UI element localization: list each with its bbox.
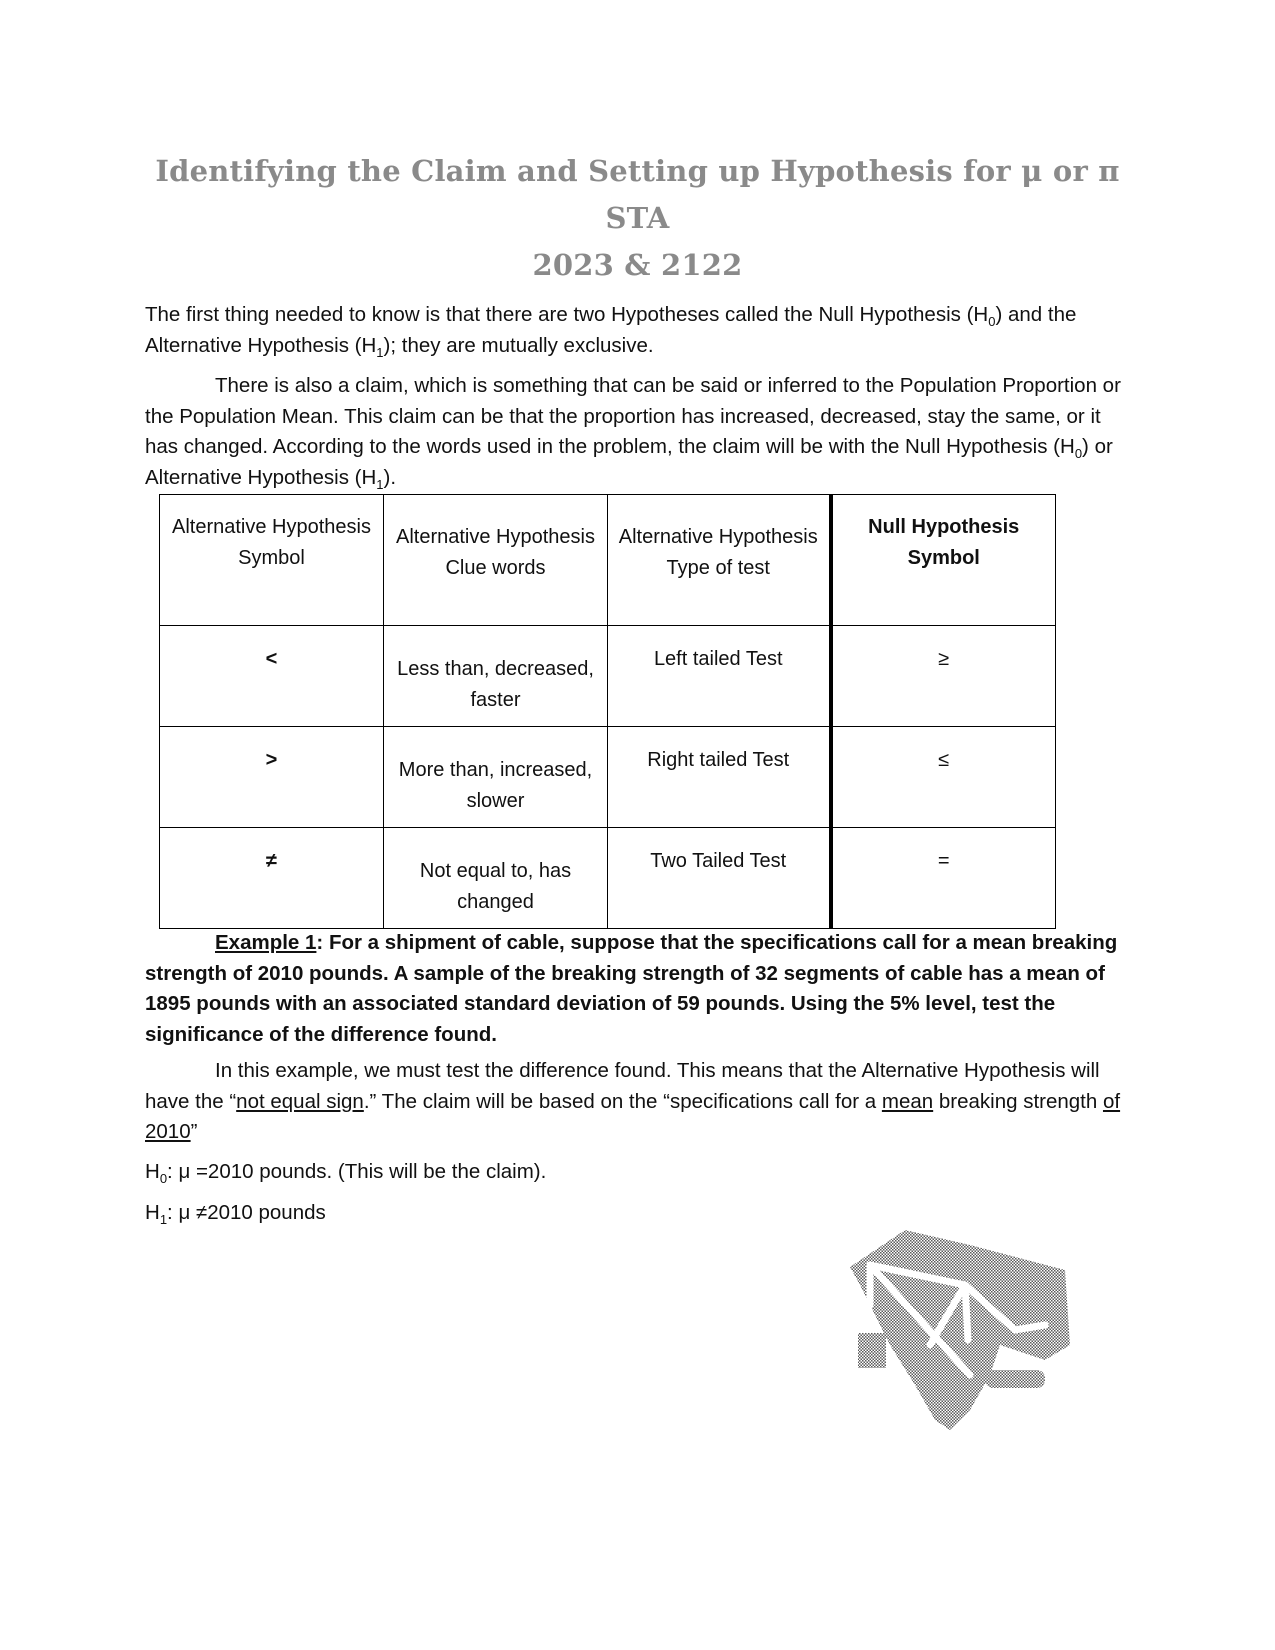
underlined-mean: mean [881, 1089, 934, 1113]
table-row: ≠ Not equal to, has changed Two Tailed T… [159, 827, 1056, 929]
null-symbol-cell: = [828, 827, 1056, 929]
example-1-paragraph: Example 1: For a shipment of cable, supp… [145, 928, 1125, 1050]
title-line-1: Identifying the Claim and Setting up Hyp… [155, 154, 1120, 235]
subscript-0: 0 [159, 1171, 168, 1187]
intro-paragraph: The first thing needed to know is that t… [145, 300, 1125, 361]
clue-words-cell: Not equal to, has changed [383, 827, 608, 929]
clue-words-cell: Less than, decreased, faster [383, 625, 608, 727]
table-row: > More than, increased, slower Right tai… [159, 726, 1056, 828]
null-hypothesis-line: H0: μ =2010 pounds. (This will be the cl… [145, 1157, 1125, 1188]
document-title: Identifying the Claim and Setting up Hyp… [130, 148, 1145, 289]
explanation-text-d: ” [190, 1120, 198, 1143]
header-test-type: Alternative Hypothesis Type of test [607, 494, 831, 626]
h0-prefix: H [145, 1160, 160, 1183]
test-type-cell: Left tailed Test [607, 625, 831, 727]
intro-text-a: The first thing needed to know is that t… [145, 303, 989, 326]
null-symbol-cell: ≤ [828, 726, 1056, 828]
intro-text-c: ); they are mutually exclusive. [383, 333, 654, 357]
header-alt-symbol: Alternative Hypothesis Symbol [159, 494, 384, 626]
title-line-2: 2023 & 2122 [532, 248, 743, 282]
claim-text-c: ). [383, 465, 397, 489]
hypothesis-table: Alternative Hypothesis Symbol Alternativ… [159, 494, 1056, 929]
alternative-hypothesis-line: H1: μ ≠2010 pounds [145, 1198, 1125, 1229]
header-clue-words: Alternative Hypothesis Clue words [383, 494, 608, 626]
clue-words-cell: More than, increased, slower [383, 726, 608, 828]
logo-hook [957, 1395, 973, 1411]
h1-text: : μ ≠2010 pounds [167, 1201, 326, 1224]
explanation-text-c: breaking strength [933, 1089, 1103, 1113]
subscript-1: 1 [376, 476, 384, 492]
subscript-1: 1 [159, 1212, 168, 1228]
h1-prefix: H [145, 1201, 160, 1224]
example-1-label: Example 1 [215, 931, 317, 954]
logo-block-bottom [985, 1370, 1045, 1388]
alt-symbol-cell: ≠ [159, 827, 384, 929]
claim-paragraph: There is also a claim, which is somethin… [145, 371, 1125, 493]
underlined-not-equal-sign: not equal sign [236, 1089, 364, 1113]
table-row: < Less than, decreased, faster Left tail… [159, 625, 1056, 727]
alt-symbol-cell: > [159, 726, 384, 828]
test-type-cell: Two Tailed Test [607, 827, 831, 929]
explanation-text-b: .” The claim will be based on the “speci… [363, 1089, 882, 1113]
explanation-paragraph: In this example, we must test the differ… [145, 1056, 1125, 1148]
subscript-1: 1 [376, 344, 384, 360]
subscript-0: 0 [1074, 446, 1083, 462]
header-null-symbol: Null Hypothesis Symbol [828, 494, 1056, 626]
h0-text: : μ =2010 pounds. (This will be the clai… [167, 1160, 547, 1183]
null-symbol-cell: ≥ [828, 625, 1056, 727]
university-crane-logo-icon [850, 1230, 1070, 1430]
claim-text-a: There is also a claim, which is somethin… [145, 374, 1121, 458]
test-type-cell: Right tailed Test [607, 726, 831, 828]
logo-block-left [858, 1333, 886, 1368]
table-header-row: Alternative Hypothesis Symbol Alternativ… [159, 494, 1056, 626]
alt-symbol-cell: < [159, 625, 384, 727]
document-page: Identifying the Claim and Setting up Hyp… [0, 0, 1275, 1650]
